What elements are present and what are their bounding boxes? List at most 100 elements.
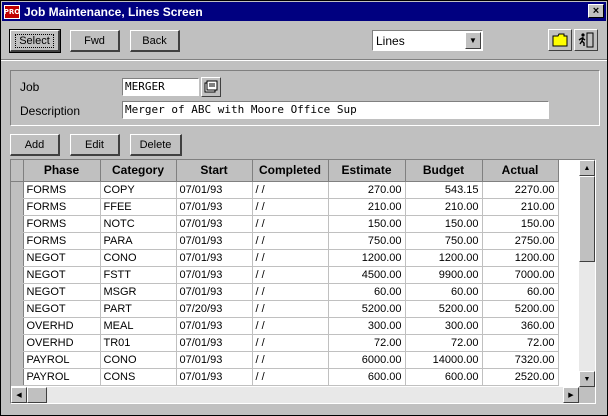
cell-start[interactable]: 07/01/93 — [176, 283, 253, 301]
cell-start[interactable]: 07/01/93 — [176, 334, 253, 352]
vertical-scrollbar[interactable]: ▲ ▼ — [579, 160, 595, 387]
row-selector[interactable] — [11, 300, 24, 318]
cell-estimate[interactable]: 4500.00 — [328, 266, 406, 284]
cell-budget[interactable]: 750.00 — [405, 232, 483, 250]
cell-phase[interactable]: FORMS — [23, 198, 101, 216]
cell-completed[interactable]: / / — [252, 300, 329, 318]
cell-completed[interactable]: / / — [252, 215, 329, 233]
row-selector[interactable] — [11, 215, 24, 233]
cell-completed[interactable]: / / — [252, 232, 329, 250]
cell-actual[interactable]: 2750.00 — [482, 232, 559, 250]
cell-completed[interactable]: / / — [252, 198, 329, 216]
cell-budget[interactable]: 9900.00 — [405, 266, 483, 284]
cell-completed[interactable]: / / — [252, 317, 329, 335]
cell-phase[interactable]: PAYROL — [23, 351, 101, 369]
cell-completed[interactable]: / / — [252, 351, 329, 369]
cell-completed[interactable]: / / — [252, 334, 329, 352]
lines-grid[interactable]: Phase Category Start Completed Estimate … — [10, 159, 596, 404]
cell-start[interactable]: 07/01/93 — [176, 266, 253, 284]
scroll-left-icon[interactable]: ◀ — [11, 387, 27, 403]
row-selector[interactable] — [11, 232, 24, 250]
back-button[interactable]: Back — [130, 30, 180, 52]
add-button[interactable]: Add — [10, 134, 60, 156]
cell-start[interactable]: 07/01/93 — [176, 181, 253, 199]
table-row[interactable]: PAYROL CONO 07/01/93/ /6000.00 14000.00 7320… — [11, 351, 559, 369]
table-row[interactable]: OVERHD MEAL 07/01/93/ /300.00 300.00 360.00 — [11, 317, 559, 335]
table-row[interactable]: NEGOT PART 07/20/93/ /5200.00 5200.00 5200.0… — [11, 300, 559, 318]
row-selector[interactable] — [11, 334, 24, 352]
cell-category[interactable]: PART — [100, 300, 177, 318]
cell-estimate[interactable]: 6000.00 — [328, 351, 406, 369]
cell-budget[interactable]: 210.00 — [405, 198, 483, 216]
cell-category[interactable]: FSTT — [100, 266, 177, 284]
table-row[interactable]: PAYROL CONS 07/01/93/ /600.00 600.00 2520.00 — [11, 368, 559, 386]
chevron-down-icon[interactable]: ▼ — [465, 32, 481, 49]
cell-actual[interactable]: 2520.00 — [482, 368, 559, 386]
cell-actual[interactable]: 7320.00 — [482, 351, 559, 369]
cell-phase[interactable]: OVERHD — [23, 317, 101, 335]
cell-phase[interactable]: NEGOT — [23, 266, 101, 284]
cell-estimate[interactable]: 210.00 — [328, 198, 406, 216]
job-lookup-button[interactable] — [201, 77, 221, 97]
description-field[interactable]: Merger of ABC with Moore Office Sup — [122, 101, 549, 119]
cell-estimate[interactable]: 150.00 — [328, 215, 406, 233]
column-header-estimate[interactable]: Estimate — [328, 160, 406, 182]
table-row[interactable]: FORMS PARA 07/01/93/ /750.00 750.00 2750.00 — [11, 232, 559, 250]
cell-start[interactable]: 07/01/93 — [176, 368, 253, 386]
cell-category[interactable]: CONS — [100, 368, 177, 386]
cell-actual[interactable]: 150.00 — [482, 215, 559, 233]
cell-budget[interactable]: 14000.00 — [405, 351, 483, 369]
cell-start[interactable]: 07/01/93 — [176, 317, 253, 335]
job-field[interactable]: MERGER — [122, 78, 199, 96]
cell-completed[interactable]: / / — [252, 249, 329, 267]
cell-estimate[interactable]: 750.00 — [328, 232, 406, 250]
cell-budget[interactable]: 543.15 — [405, 181, 483, 199]
cell-budget[interactable]: 72.00 — [405, 334, 483, 352]
title-bar[interactable]: PRO Job Maintenance, Lines Screen × — [2, 2, 606, 21]
column-header-category[interactable]: Category — [100, 160, 177, 182]
horizontal-scrollbar[interactable]: ◀ ▶ — [11, 387, 579, 403]
cell-start[interactable]: 07/01/93 — [176, 351, 253, 369]
column-header-phase[interactable]: Phase — [23, 160, 101, 182]
cell-actual[interactable]: 360.00 — [482, 317, 559, 335]
cell-category[interactable]: COPY — [100, 181, 177, 199]
cell-phase[interactable]: OVERHD — [23, 334, 101, 352]
cell-actual[interactable]: 72.00 — [482, 334, 559, 352]
cell-category[interactable]: NOTC — [100, 215, 177, 233]
cell-phase[interactable]: FORMS — [23, 215, 101, 233]
cell-estimate[interactable]: 600.00 — [328, 368, 406, 386]
delete-button[interactable]: Delete — [130, 134, 182, 156]
cell-estimate[interactable]: 60.00 — [328, 283, 406, 301]
edit-button[interactable]: Edit — [70, 134, 120, 156]
cell-actual[interactable]: 5200.00 — [482, 300, 559, 318]
column-header-budget[interactable]: Budget — [405, 160, 483, 182]
cell-completed[interactable]: / / — [252, 181, 329, 199]
row-selector[interactable] — [11, 368, 24, 386]
cell-estimate[interactable]: 72.00 — [328, 334, 406, 352]
cell-phase[interactable]: NEGOT — [23, 249, 101, 267]
select-button[interactable]: Select — [9, 29, 61, 53]
column-header-actual[interactable]: Actual — [482, 160, 559, 182]
cell-completed[interactable]: / / — [252, 283, 329, 301]
cell-category[interactable]: PARA — [100, 232, 177, 250]
table-row[interactable]: FORMS COPY 07/01/93/ /270.00 543.15 2270.00 — [11, 181, 559, 199]
cell-estimate[interactable]: 1200.00 — [328, 249, 406, 267]
row-selector[interactable] — [11, 283, 24, 301]
cell-category[interactable]: MEAL — [100, 317, 177, 335]
cell-phase[interactable]: FORMS — [23, 181, 101, 199]
close-button[interactable]: × — [588, 4, 604, 18]
row-selector[interactable] — [11, 181, 24, 199]
table-row[interactable]: NEGOT MSGR 07/01/93/ /60.00 60.00 60.00 — [11, 283, 559, 301]
open-folder-button[interactable] — [548, 29, 572, 51]
row-selector[interactable] — [11, 351, 24, 369]
table-row[interactable]: FORMS NOTC 07/01/93/ /150.00 150.00 150.00 — [11, 215, 559, 233]
cell-completed[interactable]: / / — [252, 368, 329, 386]
cell-estimate[interactable]: 5200.00 — [328, 300, 406, 318]
cell-estimate[interactable]: 270.00 — [328, 181, 406, 199]
cell-actual[interactable]: 1200.00 — [482, 249, 559, 267]
cell-budget[interactable]: 1200.00 — [405, 249, 483, 267]
cell-start[interactable]: 07/01/93 — [176, 215, 253, 233]
cell-completed[interactable]: / / — [252, 266, 329, 284]
cell-phase[interactable]: FORMS — [23, 232, 101, 250]
cell-phase[interactable]: PAYROL — [23, 368, 101, 386]
